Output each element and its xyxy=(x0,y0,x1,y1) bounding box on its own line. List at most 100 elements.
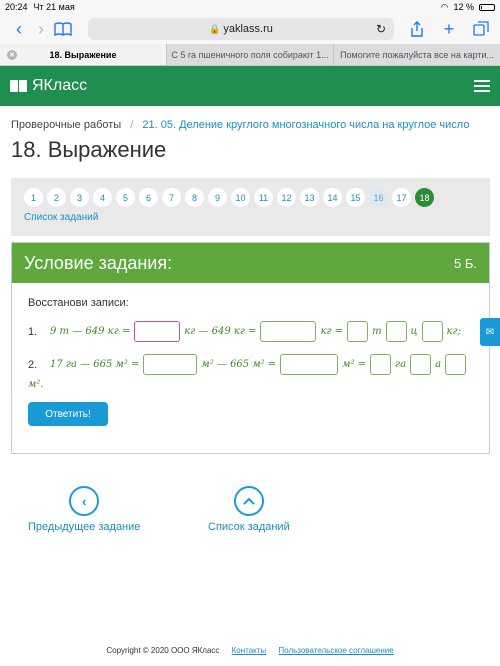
agreement-link[interactable]: Пользовательское соглашение xyxy=(278,646,393,655)
close-tab-icon[interactable]: ✕ xyxy=(7,49,17,60)
bookmarks-icon[interactable] xyxy=(52,18,74,40)
breadcrumb-root[interactable]: Проверочные работы xyxy=(11,119,121,131)
line-number: 1. xyxy=(28,325,38,338)
page-button-17[interactable]: 17 xyxy=(392,188,411,207)
task-header-title: Условие задания: xyxy=(24,252,173,273)
page-button-7[interactable]: 7 xyxy=(162,188,181,207)
page-button-2[interactable]: 2 xyxy=(47,188,66,207)
answer-input-1-1[interactable] xyxy=(134,321,181,342)
submit-answer-button[interactable]: Ответить! xyxy=(28,402,108,426)
site-header: ЯКласс xyxy=(0,66,500,106)
answer-input-1-3[interactable] xyxy=(347,321,369,342)
forward-icon[interactable]: › xyxy=(30,18,52,40)
back-icon[interactable]: ‹ xyxy=(8,18,30,40)
task-card: Условие задания: 5 Б. Восстанови записи:… xyxy=(11,242,490,454)
unit-label: м² = xyxy=(342,359,367,370)
page-button-3[interactable]: 3 xyxy=(70,188,89,207)
unit-label-continued: м². xyxy=(28,379,44,390)
task-list-link[interactable]: Список заданий xyxy=(24,212,477,223)
task-header: Условие задания: 5 Б. xyxy=(12,243,489,283)
unit-label: а xyxy=(435,359,442,370)
tab-label: Помогите пожалуйста все на карти... xyxy=(340,49,494,60)
address-bar[interactable]: 🔒 yaklass.ru ↻ xyxy=(88,18,394,40)
status-bar: 20:24 Чт 21 мая ◠ 12 % xyxy=(0,0,500,14)
page-buttons: 1 2 3 4 5 6 7 8 9 10 11 12 13 14 15 16 17 18 xyxy=(24,188,477,207)
previous-task-link[interactable]: ‹ Предыдущее задание xyxy=(28,486,140,533)
unit-label: ц xyxy=(410,326,418,337)
task-pagination: 1 2 3 4 5 6 7 8 9 10 11 12 13 14 15 16 17 18 Список задан… xyxy=(11,178,490,236)
page-button-14[interactable]: 14 xyxy=(323,188,342,207)
menu-icon[interactable] xyxy=(474,80,490,92)
unit-label: м² — 665 м² = xyxy=(201,359,277,370)
page-button-8[interactable]: 8 xyxy=(185,188,204,207)
new-tab-icon[interactable]: + xyxy=(438,18,460,40)
breadcrumb-separator: / xyxy=(130,119,134,131)
unit-label: кг — 649 кг = xyxy=(184,326,257,337)
page-button-12[interactable]: 12 xyxy=(277,188,296,207)
copyright: Copyright © 2020 ООО ЯКласс xyxy=(106,646,220,655)
tab-2[interactable]: С 5 га пшеничного поля собирают 1... xyxy=(166,44,333,65)
page-button-16[interactable]: 16 xyxy=(369,188,388,207)
breadcrumb-current[interactable]: 21. 05. Деление круглого многозначного ч… xyxy=(142,119,469,131)
browser-toolbar: ‹ › 🔒 yaklass.ru ↻ + xyxy=(0,14,500,44)
share-icon[interactable] xyxy=(406,18,428,40)
contacts-link[interactable]: Контакты xyxy=(232,646,267,655)
page-button-10[interactable]: 10 xyxy=(231,188,250,207)
unit-label: га xyxy=(395,359,407,370)
previous-task-label: Предыдущее задание xyxy=(28,521,141,533)
page-button-18[interactable]: 18 xyxy=(415,188,434,207)
page-button-13[interactable]: 13 xyxy=(300,188,319,207)
page-button-9[interactable]: 9 xyxy=(208,188,227,207)
mail-icon: ✉ xyxy=(485,326,495,338)
answer-input-1-5[interactable] xyxy=(421,321,443,342)
answer-input-2-3[interactable] xyxy=(370,354,392,375)
page-button-5[interactable]: 5 xyxy=(116,188,135,207)
task-list-bottom-link[interactable]: Список заданий xyxy=(208,486,290,533)
page-button-15[interactable]: 15 xyxy=(346,188,365,207)
unit-label: т xyxy=(372,326,382,337)
battery-icon xyxy=(479,3,495,11)
page-title: 18. Выражение xyxy=(11,137,167,162)
logo-text: ЯКласс xyxy=(32,77,88,94)
battery-percent: 12 % xyxy=(453,2,474,12)
task-points: 5 Б. xyxy=(454,255,477,271)
answer-input-1-2[interactable] xyxy=(260,321,317,342)
site-logo[interactable]: ЯКласс xyxy=(10,77,87,95)
task-line-2: 2. 17 га — 665 м² = м² — 665 м² = м² = г… xyxy=(28,354,473,375)
tab-label: С 5 га пшеничного поля собирают 1... xyxy=(171,49,329,60)
answer-input-1-4[interactable] xyxy=(385,321,407,342)
tab-current[interactable]: ✕ 18. Выражение xyxy=(0,44,166,65)
status-date: Чт 21 мая xyxy=(33,2,75,12)
page-button-6[interactable]: 6 xyxy=(139,188,158,207)
arrow-left-icon: ‹ xyxy=(69,486,100,516)
footer: Copyright © 2020 ООО ЯКласс Контакты Пол… xyxy=(0,646,500,655)
task-line-1: 1. 9 т — 649 кг = кг — 649 кг = кг = т ц… xyxy=(28,321,473,342)
task-list-label: Список заданий xyxy=(208,521,290,533)
status-time: 20:24 xyxy=(5,2,28,12)
lock-icon: 🔒 xyxy=(209,23,221,34)
tab-3[interactable]: Помогите пожалуйста все на карти... xyxy=(333,44,500,65)
unit-label: кг = xyxy=(320,326,344,337)
expression: 9 т — 649 кг = xyxy=(50,326,131,337)
reload-icon[interactable]: ↻ xyxy=(376,22,386,36)
tab-label: 18. Выражение xyxy=(49,49,117,60)
page-button-4[interactable]: 4 xyxy=(93,188,112,207)
answer-input-2-1[interactable] xyxy=(143,354,198,375)
arrow-up-icon xyxy=(233,486,264,516)
url-text: yaklass.ru xyxy=(223,23,273,35)
answer-input-2-2[interactable] xyxy=(280,354,339,375)
page-button-11[interactable]: 11 xyxy=(254,188,273,207)
answer-input-2-4[interactable] xyxy=(410,354,432,375)
logo-book-icon xyxy=(10,80,28,92)
unit-label: кг; xyxy=(446,326,461,337)
expression: 17 га — 665 м² = xyxy=(50,359,140,370)
task-prompt: Восстанови записи: xyxy=(28,297,129,309)
tabs-overview-icon[interactable] xyxy=(470,18,492,40)
feedback-tab[interactable]: ✉ xyxy=(480,318,500,346)
tab-bar: ✕ 18. Выражение С 5 га пшеничного поля с… xyxy=(0,44,500,66)
line-number: 2. xyxy=(28,358,38,371)
answer-input-2-5[interactable] xyxy=(445,354,467,375)
wifi-icon: ◠ xyxy=(440,1,449,12)
page-button-1[interactable]: 1 xyxy=(24,188,43,207)
breadcrumb: Проверочные работы / 21. 05. Деление кру… xyxy=(0,106,500,131)
